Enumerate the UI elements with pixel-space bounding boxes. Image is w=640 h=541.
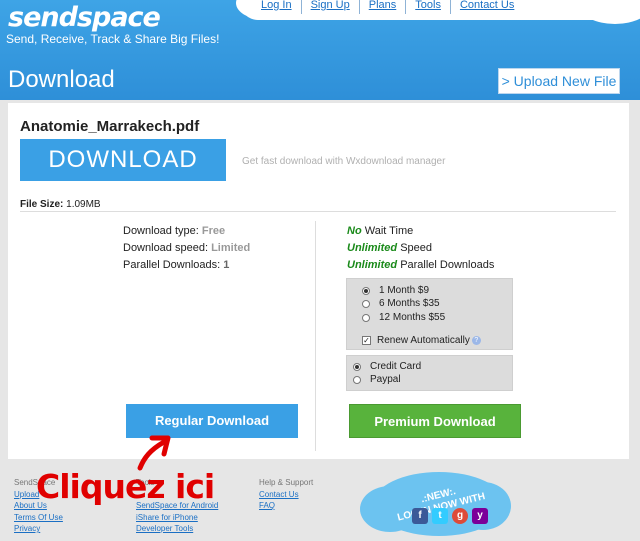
- google-icon[interactable]: g: [452, 508, 468, 524]
- parallel-downloads-label: Parallel Downloads:: [123, 259, 221, 271]
- radio-icon[interactable]: [362, 299, 370, 308]
- wxdownload-note[interactable]: Get fast download with Wxdownload manage…: [242, 156, 445, 167]
- twitter-icon[interactable]: t: [432, 508, 448, 524]
- speed-text: Speed: [400, 242, 432, 254]
- divider: [20, 211, 616, 212]
- nav-signup-link[interactable]: Sign Up: [302, 0, 360, 14]
- file-size-label: File Size:: [20, 199, 64, 210]
- download-speed-value: Limited: [211, 242, 251, 254]
- radio-icon[interactable]: [362, 313, 370, 322]
- download-type-label: Download type:: [123, 225, 199, 237]
- plan-options: 1 Month $9 6 Months $35 12 Months $55 ✓ …: [346, 278, 513, 350]
- unlimited-parallel-emphasis: Unlimited: [347, 259, 398, 271]
- top-navigation: Log In Sign Up Plans Tools Contact Us: [252, 0, 523, 14]
- upload-new-file-button[interactable]: > Upload New File: [498, 68, 620, 94]
- nav-plans-link[interactable]: Plans: [360, 0, 407, 14]
- radio-icon[interactable]: [353, 375, 361, 384]
- footer-link-terms[interactable]: Terms Of Use: [14, 512, 63, 524]
- parallel-text: Parallel Downloads: [400, 259, 495, 271]
- footer-link-contact[interactable]: Contact Us: [259, 489, 313, 501]
- column-divider: [315, 221, 316, 451]
- footer-heading: Help & Support: [259, 478, 314, 487]
- file-size: File Size: 1.09MB: [20, 199, 101, 210]
- site-header: sendspace Send, Receive, Track & Share B…: [0, 0, 640, 100]
- download-button[interactable]: DOWNLOAD: [20, 139, 226, 181]
- payment-options: Credit Card Paypal: [346, 355, 513, 391]
- wait-time-text: Wait Time: [364, 225, 414, 237]
- payment-credit-card[interactable]: Credit Card: [353, 361, 421, 372]
- plan-option-6-months[interactable]: 6 Months $35: [362, 298, 440, 309]
- plan-option-1-month[interactable]: 1 Month $9: [362, 285, 429, 296]
- parallel-downloads-value: 1: [223, 259, 230, 271]
- free-download-info: Download type: Free Download speed: Limi…: [123, 223, 250, 274]
- radio-icon[interactable]: [353, 362, 361, 371]
- unlimited-speed-emphasis: Unlimited: [347, 242, 398, 254]
- nav-tools-link[interactable]: Tools: [406, 0, 451, 14]
- file-size-value: 1.09MB: [66, 199, 101, 210]
- sendspace-logo[interactable]: sendspace: [8, 2, 161, 33]
- page-title: Download: [8, 66, 115, 93]
- nav-contact-link[interactable]: Contact Us: [451, 0, 523, 14]
- header-cloud-puff: [580, 0, 640, 24]
- help-question-icon[interactable]: ?: [471, 336, 481, 345]
- footer-link-faq[interactable]: FAQ: [259, 500, 313, 512]
- payment-paypal[interactable]: Paypal: [353, 374, 401, 385]
- annotation-click-here: Cliquez ici: [36, 467, 215, 506]
- footer-link-developer[interactable]: Developer Tools: [136, 523, 218, 535]
- no-wait-emphasis: No: [347, 225, 362, 237]
- social-icons: f t g y: [412, 508, 492, 524]
- footer-link-privacy[interactable]: Privacy: [14, 523, 63, 535]
- footer-col-help: Help & Support Contact Us FAQ: [259, 477, 313, 512]
- checkbox-checked-icon[interactable]: ✓: [362, 336, 371, 345]
- facebook-icon[interactable]: f: [412, 508, 428, 524]
- yahoo-icon[interactable]: y: [472, 508, 488, 524]
- radio-icon[interactable]: [362, 286, 370, 295]
- nav-login-link[interactable]: Log In: [252, 0, 302, 14]
- tagline: Send, Receive, Track & Share Big Files!: [6, 32, 220, 46]
- red-arrow-icon: [137, 435, 171, 471]
- renew-automatically-checkbox[interactable]: ✓ Renew Automatically ?: [362, 335, 481, 346]
- premium-download-info: No Wait Time Unlimited Speed Unlimited P…: [347, 223, 494, 274]
- file-name: Anatomie_Marrakech.pdf: [20, 118, 200, 135]
- footer-link-iphone[interactable]: iShare for iPhone: [136, 512, 218, 524]
- download-speed-label: Download speed:: [123, 242, 209, 254]
- download-type-value: Free: [201, 225, 226, 237]
- download-panel: Anatomie_Marrakech.pdf DOWNLOAD Get fast…: [8, 103, 629, 459]
- premium-download-button[interactable]: Premium Download: [349, 404, 521, 438]
- plan-option-12-months[interactable]: 12 Months $55: [362, 312, 445, 323]
